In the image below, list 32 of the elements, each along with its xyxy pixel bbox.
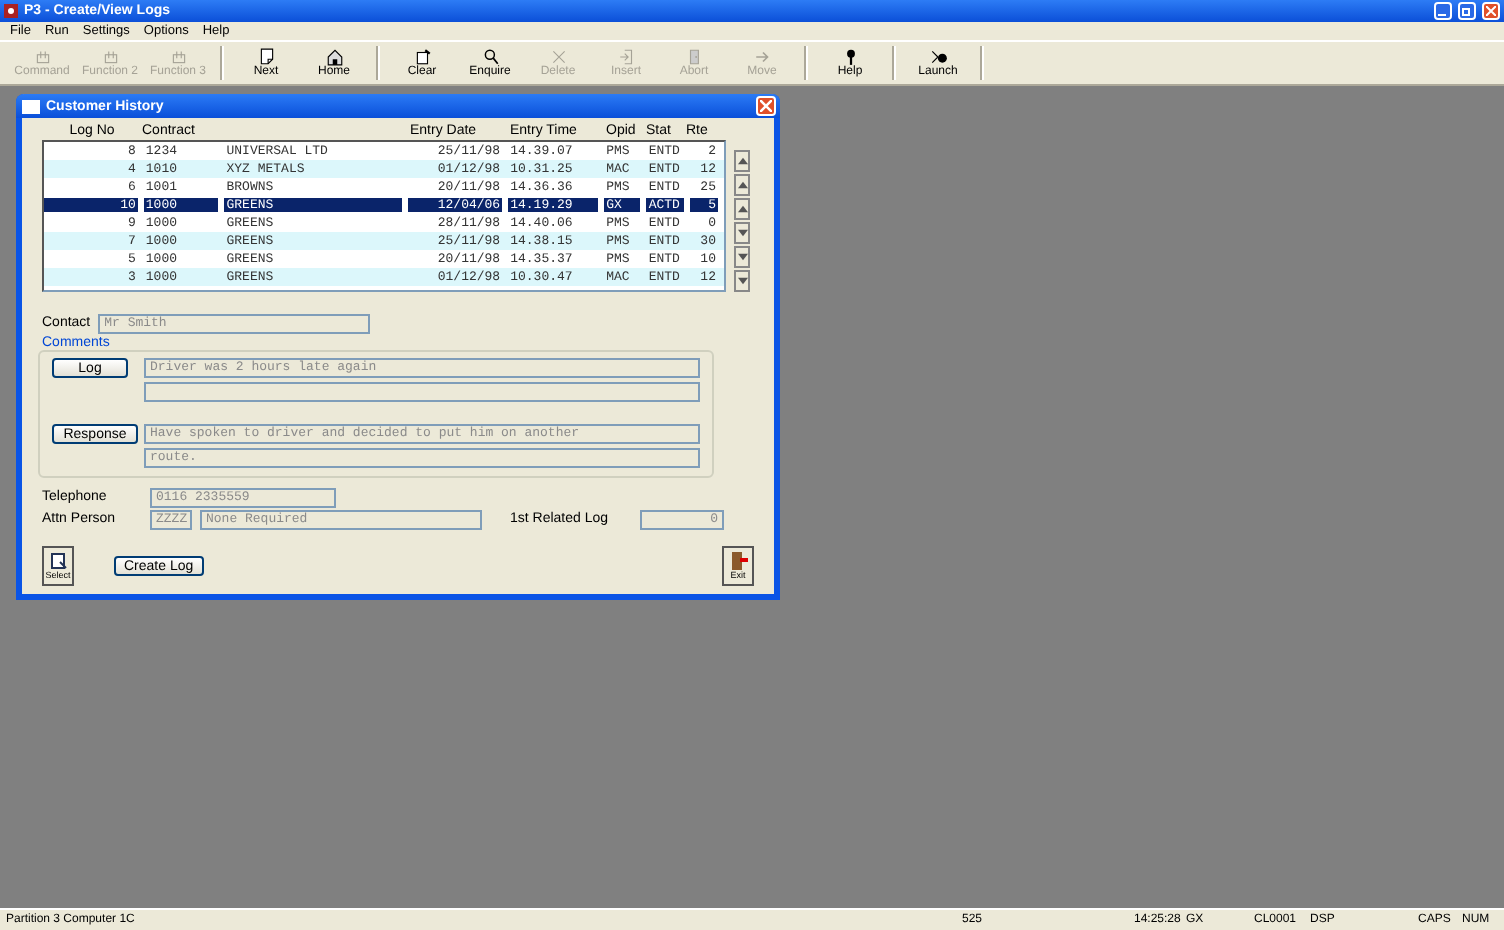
close-button[interactable]	[1482, 2, 1500, 20]
scroll-button[interactable]	[734, 222, 750, 244]
log-field[interactable]	[144, 382, 700, 402]
restore-icon	[1462, 6, 1472, 16]
down-arrow-icon	[737, 228, 747, 238]
scroll-button[interactable]	[734, 270, 750, 292]
document-icon	[49, 552, 67, 570]
door-icon	[685, 48, 703, 66]
arrow-icon	[753, 48, 771, 66]
restore-button[interactable]	[1458, 2, 1476, 20]
up-arrow-icon	[737, 204, 747, 214]
door-icon	[729, 552, 747, 570]
close-icon	[1486, 6, 1496, 16]
up-arrow-icon	[737, 156, 747, 166]
insert-icon	[617, 48, 635, 66]
window-icon	[22, 99, 40, 113]
scroll-button[interactable]	[734, 150, 750, 172]
scroll-button[interactable]	[734, 246, 750, 268]
down-arrow-icon	[737, 252, 747, 262]
cross-icon	[549, 48, 567, 66]
down-arrow-icon	[737, 276, 747, 286]
up-arrow-icon	[737, 180, 747, 190]
page-icon	[257, 48, 275, 66]
scroll-button[interactable]	[734, 198, 750, 220]
house-icon	[325, 48, 343, 66]
search-icon	[481, 48, 499, 66]
minimize-button[interactable]	[1434, 2, 1452, 20]
app-icon	[4, 4, 18, 18]
close-button[interactable]	[756, 96, 776, 116]
scroll-button[interactable]	[734, 174, 750, 196]
close-icon	[760, 100, 772, 112]
pin-icon	[841, 48, 859, 66]
